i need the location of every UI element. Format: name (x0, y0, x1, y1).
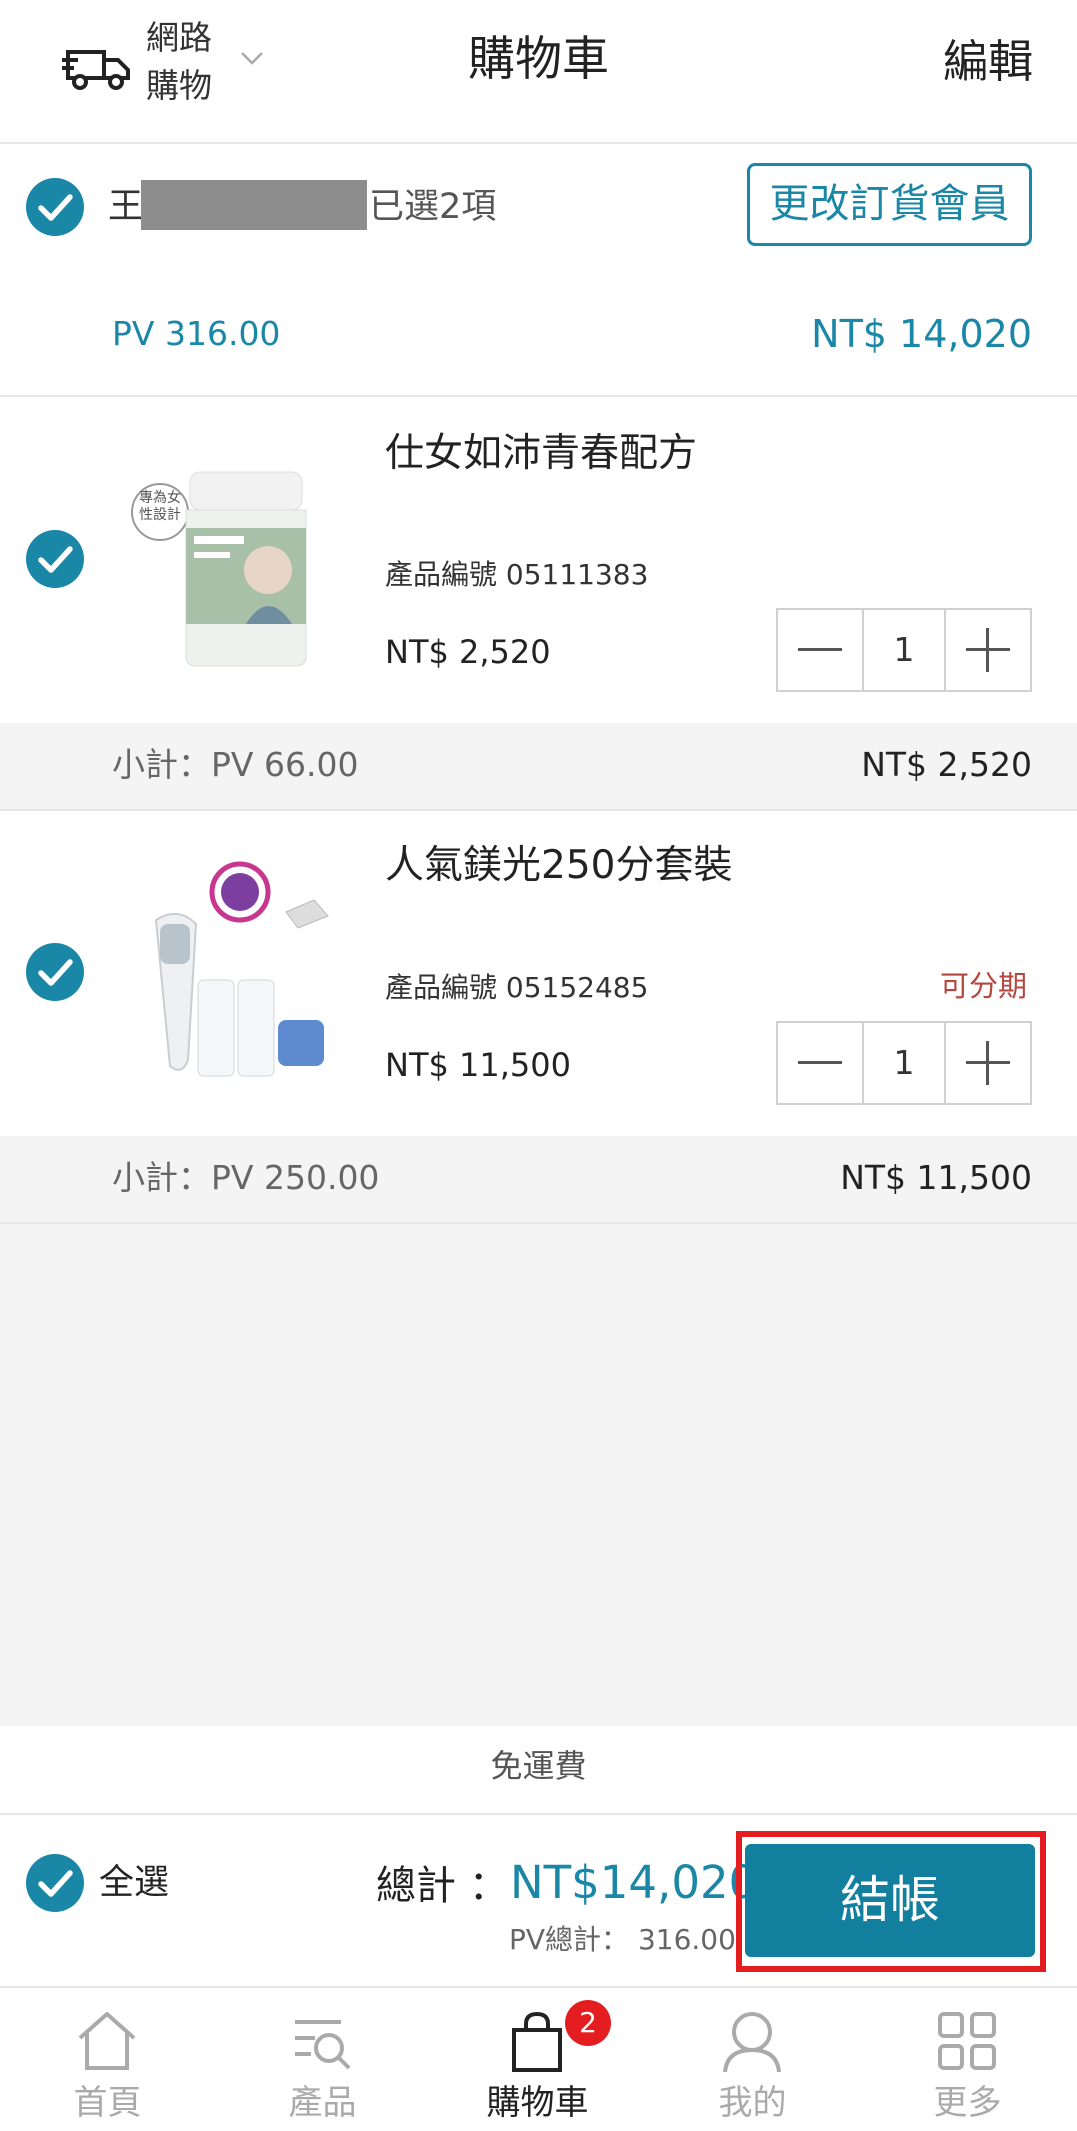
grid-icon (938, 2012, 996, 2070)
free-shipping-note: 免運費 (490, 1747, 587, 1785)
select-all-label[interactable]: 全選 (99, 1858, 169, 1908)
cart-count-badge: 2 (565, 2000, 611, 2046)
empty-cart-area (0, 1224, 1077, 1726)
selected-count: 已選2項 (369, 187, 497, 227)
edit-button[interactable]: 編輯 (943, 30, 1033, 94)
product-search-icon (295, 2020, 351, 2070)
redacted-name-block (141, 180, 367, 230)
quantity-value[interactable]: 1 (862, 1023, 946, 1103)
home-icon (78, 2012, 136, 2070)
check-icon (38, 959, 73, 986)
minus-icon (798, 648, 842, 651)
divider (0, 395, 1077, 397)
change-member-button[interactable]: 更改訂貨會員 (747, 163, 1032, 246)
product-2-subtotal-pv: 小計：PV 250.00 (112, 1158, 380, 1197)
minus-icon (798, 1061, 842, 1064)
product-2-subtotal-row: 小計：PV 250.00 NT$ 11,500 (0, 1136, 1077, 1222)
member-name: 王 (108, 187, 144, 227)
decrease-button[interactable] (778, 610, 862, 690)
divider (0, 1813, 1077, 1815)
shopping-bag-icon (512, 2011, 562, 2072)
installment-tag: 可分期 (939, 969, 1027, 1003)
nav-home[interactable]: 首頁 (0, 1988, 215, 2131)
product-2-code: 產品編號 05152485 (385, 971, 649, 1004)
product-2-quantity-stepper: 1 (776, 1021, 1032, 1105)
plus-icon (966, 1041, 1010, 1085)
product-2-subtotal-nt: NT$ 11,500 (840, 1158, 1032, 1197)
quantity-value[interactable]: 1 (862, 610, 946, 690)
nav-cart[interactable]: 購物車 (430, 1988, 645, 2131)
check-icon (38, 194, 73, 221)
highlight-box (736, 1831, 1046, 1972)
page-title: 購物車 (468, 32, 609, 87)
product-2-price: NT$ 11,500 (385, 1046, 571, 1084)
top-bar: 網路 購物 購物車 編輯 (0, 0, 1077, 144)
nav-more-label: 更多 (933, 2083, 1002, 2123)
product-1-price: NT$ 2,520 (385, 633, 551, 671)
nav-cart-label: 購物車 (486, 2083, 589, 2123)
user-icon (723, 2012, 781, 2073)
nav-products[interactable]: 產品 (215, 1988, 430, 2131)
product-2-checkbox[interactable] (26, 943, 84, 1001)
total-value: NT$14,020 (510, 1856, 758, 1909)
product-1-subtotal-nt: NT$ 2,520 (861, 745, 1032, 784)
decrease-button[interactable] (778, 1023, 862, 1103)
select-all-checkbox[interactable] (26, 1854, 84, 1912)
nav-products-label: 產品 (288, 2083, 357, 2123)
bottom-nav: 首頁 產品 購物車 我的 更多 (0, 1986, 1077, 2131)
beauty-device-set-image (154, 861, 329, 1077)
nav-home-label: 首頁 (73, 2083, 142, 2123)
check-icon (38, 1870, 73, 1897)
member-pv-total: PV 316.00 (112, 314, 281, 353)
product-1-image-badge: 專為女性設計 (139, 490, 181, 523)
divider (0, 809, 1077, 811)
increase-button[interactable] (946, 1023, 1030, 1103)
member-select-checkbox[interactable] (26, 178, 84, 236)
increase-button[interactable] (946, 610, 1030, 690)
product-1-name[interactable]: 仕女如沛青春配方 (385, 426, 697, 482)
product-2-name[interactable]: 人氣鎂光250分套裝 (385, 838, 732, 894)
product-1-subtotal-pv: 小計：PV 66.00 (112, 745, 359, 784)
product-1-quantity-stepper: 1 (776, 608, 1032, 692)
product-1-subtotal-row: 小計：PV 66.00 NT$ 2,520 (0, 723, 1077, 809)
product-1-code: 產品編號 05111383 (385, 558, 649, 591)
product-1-checkbox[interactable] (26, 530, 84, 588)
nav-account[interactable]: 我的 (645, 1988, 860, 2131)
member-nt-total: NT$ 14,020 (811, 312, 1032, 356)
plus-icon (966, 628, 1010, 672)
nav-account-label: 我的 (718, 2083, 787, 2123)
total-label: 總計 ： (376, 1863, 509, 1909)
check-icon (38, 546, 73, 573)
product-2-image[interactable] (138, 860, 338, 1090)
pv-total-summary: PV總計： 316.00 (509, 1923, 736, 1956)
nav-more[interactable]: 更多 (860, 1988, 1075, 2131)
